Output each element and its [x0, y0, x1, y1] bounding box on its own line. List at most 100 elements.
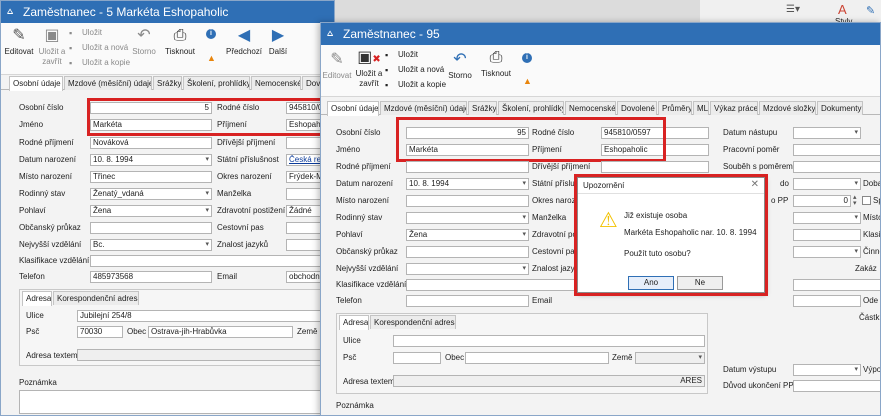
info-icon[interactable]: i — [522, 53, 532, 63]
bg-tab-skoleni[interactable]: Školení, prohlídky — [183, 76, 250, 90]
fg-address-tab[interactable]: Adresa — [339, 315, 369, 330]
bg-tab-srazky[interactable]: Srážky — [153, 76, 182, 90]
fg-datum-nastupu-field[interactable] — [793, 127, 861, 139]
fg-soubeh-field[interactable] — [793, 161, 880, 173]
fg-sp-checkbox[interactable] — [862, 196, 871, 205]
fg-right-row12-field[interactable] — [793, 295, 861, 307]
fg-tab-osobni[interactable]: Osobní údaje — [327, 101, 379, 116]
fg-obec-field[interactable] — [465, 352, 609, 364]
fg-right-castk-label: Částk — [859, 313, 880, 322]
app-logo-icon: ⩟ — [7, 6, 14, 17]
fg-tab-srazky[interactable]: Srážky — [468, 101, 497, 115]
bg-next-button[interactable]: ▶ Další — [265, 27, 291, 57]
bg-save-button[interactable]: ▪ Uložit — [69, 27, 102, 39]
fg-telefon-field[interactable] — [406, 295, 529, 307]
fg-tab-mzdove[interactable]: Mzdové (měsíční) údaje — [380, 101, 467, 115]
fg-pp-label: o PP — [771, 196, 789, 205]
bg-statni-prislusnost-label: Státní příslušnost — [217, 155, 279, 164]
bg-tabbar: Osobní údaje Mzdové (měsíční) údaje Sráž… — [1, 76, 334, 91]
bg-obcansky-prukaz-field[interactable] — [90, 222, 212, 234]
bg-adresa-textem-field — [77, 349, 330, 361]
fg-edit-button[interactable]: ✎ Editovat — [321, 51, 353, 81]
fg-rodne-prijmeni-field[interactable] — [406, 161, 529, 173]
fg-tab-ml[interactable]: ML — [693, 101, 709, 115]
fg-zeme-field[interactable] — [635, 352, 705, 364]
bg-misto-narozeni-field[interactable]: Třinec — [90, 171, 212, 183]
fg-misto-narozeni-field[interactable] — [406, 195, 529, 207]
fg-duvod-ukonceni-label: Důvod ukončení PP — [723, 381, 794, 390]
fg-tab-vykaz[interactable]: Výkaz práce — [710, 101, 758, 115]
bg-corr-address-tab[interactable]: Korespondenční adresa — [53, 291, 139, 305]
fg-duvod-ukonceni-field[interactable] — [793, 380, 880, 392]
list-icon[interactable]: ☰▾ — [786, 4, 800, 15]
fg-psc-field[interactable] — [393, 352, 441, 364]
fg-right-row7-field[interactable] — [793, 212, 861, 224]
bg-klasifikace-field[interactable] — [90, 255, 328, 267]
fg-adresa-textem-label: Adresa textem — [343, 377, 395, 386]
fg-datum-vystupu-field[interactable] — [793, 364, 861, 376]
fg-obcansky-prukaz-field[interactable] — [406, 246, 529, 258]
bg-save-new-button[interactable]: ▪ Uložit a nová — [69, 42, 128, 54]
fg-titlebar[interactable]: ⩟ Zaměstnanec - 95 — [321, 23, 880, 45]
bg-psc-field[interactable]: 70030 — [77, 326, 123, 338]
fg-nejvyssi-vzdelani-field[interactable] — [406, 263, 529, 275]
fg-pp-field[interactable]: 0 — [793, 195, 851, 207]
fg-drivejsi-prijmeni-field[interactable] — [601, 161, 709, 173]
fg-pracovni-pomer-field[interactable] — [793, 144, 880, 156]
fg-datum-narozeni-field[interactable]: 10. 8. 1994 — [406, 178, 529, 190]
bg-telefon-field[interactable]: 485973568 — [90, 271, 212, 283]
fg-print-button[interactable]: ⎙ Tisknout — [479, 49, 513, 79]
bg-print-button[interactable]: ⎙ Tisknout — [164, 27, 196, 57]
bg-rodne-prijmeni-field[interactable]: Nováková — [90, 137, 212, 149]
fg-right-row9-field[interactable] — [793, 246, 861, 258]
bg-pohlavi-field[interactable]: Žena — [90, 205, 212, 217]
fg-tab-nemocenske[interactable]: Nemocenské — [565, 101, 616, 115]
fg-adresa-textem-field: ARES — [393, 375, 705, 387]
fg-save-button[interactable]: ▪ Uložit — [385, 49, 418, 61]
fg-print-label: Tisknout — [481, 69, 511, 78]
printer-icon: ⎙ — [173, 27, 187, 44]
bg-obec-field[interactable]: Ostrava-jih-Hrabůvka — [148, 326, 293, 338]
bg-cancel-button[interactable]: ↶ Storno — [129, 27, 159, 57]
fg-save-copy-button[interactable]: ▪ Uložit a kopie — [385, 79, 446, 91]
bg-prev-button[interactable]: ◀ Předchozí — [224, 27, 264, 57]
fg-tab-skoleni[interactable]: Školení, prohlídky — [498, 101, 564, 115]
fg-cancel-button[interactable]: ↶ Storno — [445, 51, 475, 81]
fg-tab-dokumenty[interactable]: Dokumenty — [817, 101, 863, 115]
fg-datum-narozeni-label: Datum narození — [336, 179, 393, 188]
styles-icon[interactable]: A — [838, 2, 847, 17]
fg-save-close-button[interactable]: ▣✖ Uložit a zavřít — [354, 49, 384, 89]
bg-datum-narozeni-field[interactable]: 10. 8. 1994 — [90, 154, 212, 166]
bg-ulice-field[interactable]: Jubilejní 254/8 — [77, 310, 330, 322]
bg-address-tab[interactable]: Adresa — [22, 291, 52, 306]
bg-print-label: Tisknout — [165, 47, 195, 56]
fg-prac-do-field[interactable] — [793, 178, 861, 190]
fg-save-new-button[interactable]: ▪ Uložit a nová — [385, 64, 444, 76]
bg-poznamka-field[interactable] — [19, 390, 331, 414]
info-icon[interactable]: i — [206, 29, 216, 39]
bg-rodinny-stav-field[interactable]: Ženatý_vdaná — [90, 188, 212, 200]
bg-tab-nemocenske[interactable]: Nemocenské — [251, 76, 301, 90]
fg-osobni-cislo-label: Osobní číslo — [336, 128, 381, 137]
ribbon-pen-icon[interactable]: ✎ — [866, 4, 875, 17]
bg-nejvyssi-vzdelani-field[interactable]: Bc. — [90, 239, 212, 251]
bg-tab-mzdove[interactable]: Mzdové (měsíční) údaje — [64, 76, 152, 90]
bg-save-close-button[interactable]: ▣ Uložit a zavřít — [37, 27, 67, 67]
fg-tab-dovolene[interactable]: Dovolené — [617, 101, 657, 115]
fg-ulice-field[interactable] — [393, 335, 705, 347]
bg-obec-label: Obec — [127, 327, 147, 336]
fg-telefon-label: Telefon — [336, 296, 362, 305]
bg-save-copy-button[interactable]: ▪ Uložit a kopie — [69, 57, 130, 69]
bg-titlebar[interactable]: ⩟ Zaměstnanec - 5 Markéta Eshopaholic — [1, 1, 334, 23]
fg-corr-address-tab[interactable]: Korespondenční adresa — [370, 315, 456, 329]
fg-tab-mzdove-slozky[interactable]: Mzdové složky — [759, 101, 816, 115]
fg-prac-do-label: do — [780, 179, 789, 188]
fg-pohlavi-field[interactable]: Žena — [406, 229, 529, 241]
fg-tab-prumery[interactable]: Průměry — [658, 101, 692, 115]
fg-right-row8-field[interactable] — [793, 229, 861, 241]
fg-rodinny-stav-field[interactable] — [406, 212, 529, 224]
bg-edit-button[interactable]: ✎ Editovat — [4, 27, 34, 57]
fg-pp-spinner-icon[interactable]: ▴ ▾ — [853, 194, 857, 207]
bg-tab-osobni[interactable]: Osobní údaje — [9, 76, 63, 91]
fg-right-row11-field[interactable] — [793, 279, 880, 291]
